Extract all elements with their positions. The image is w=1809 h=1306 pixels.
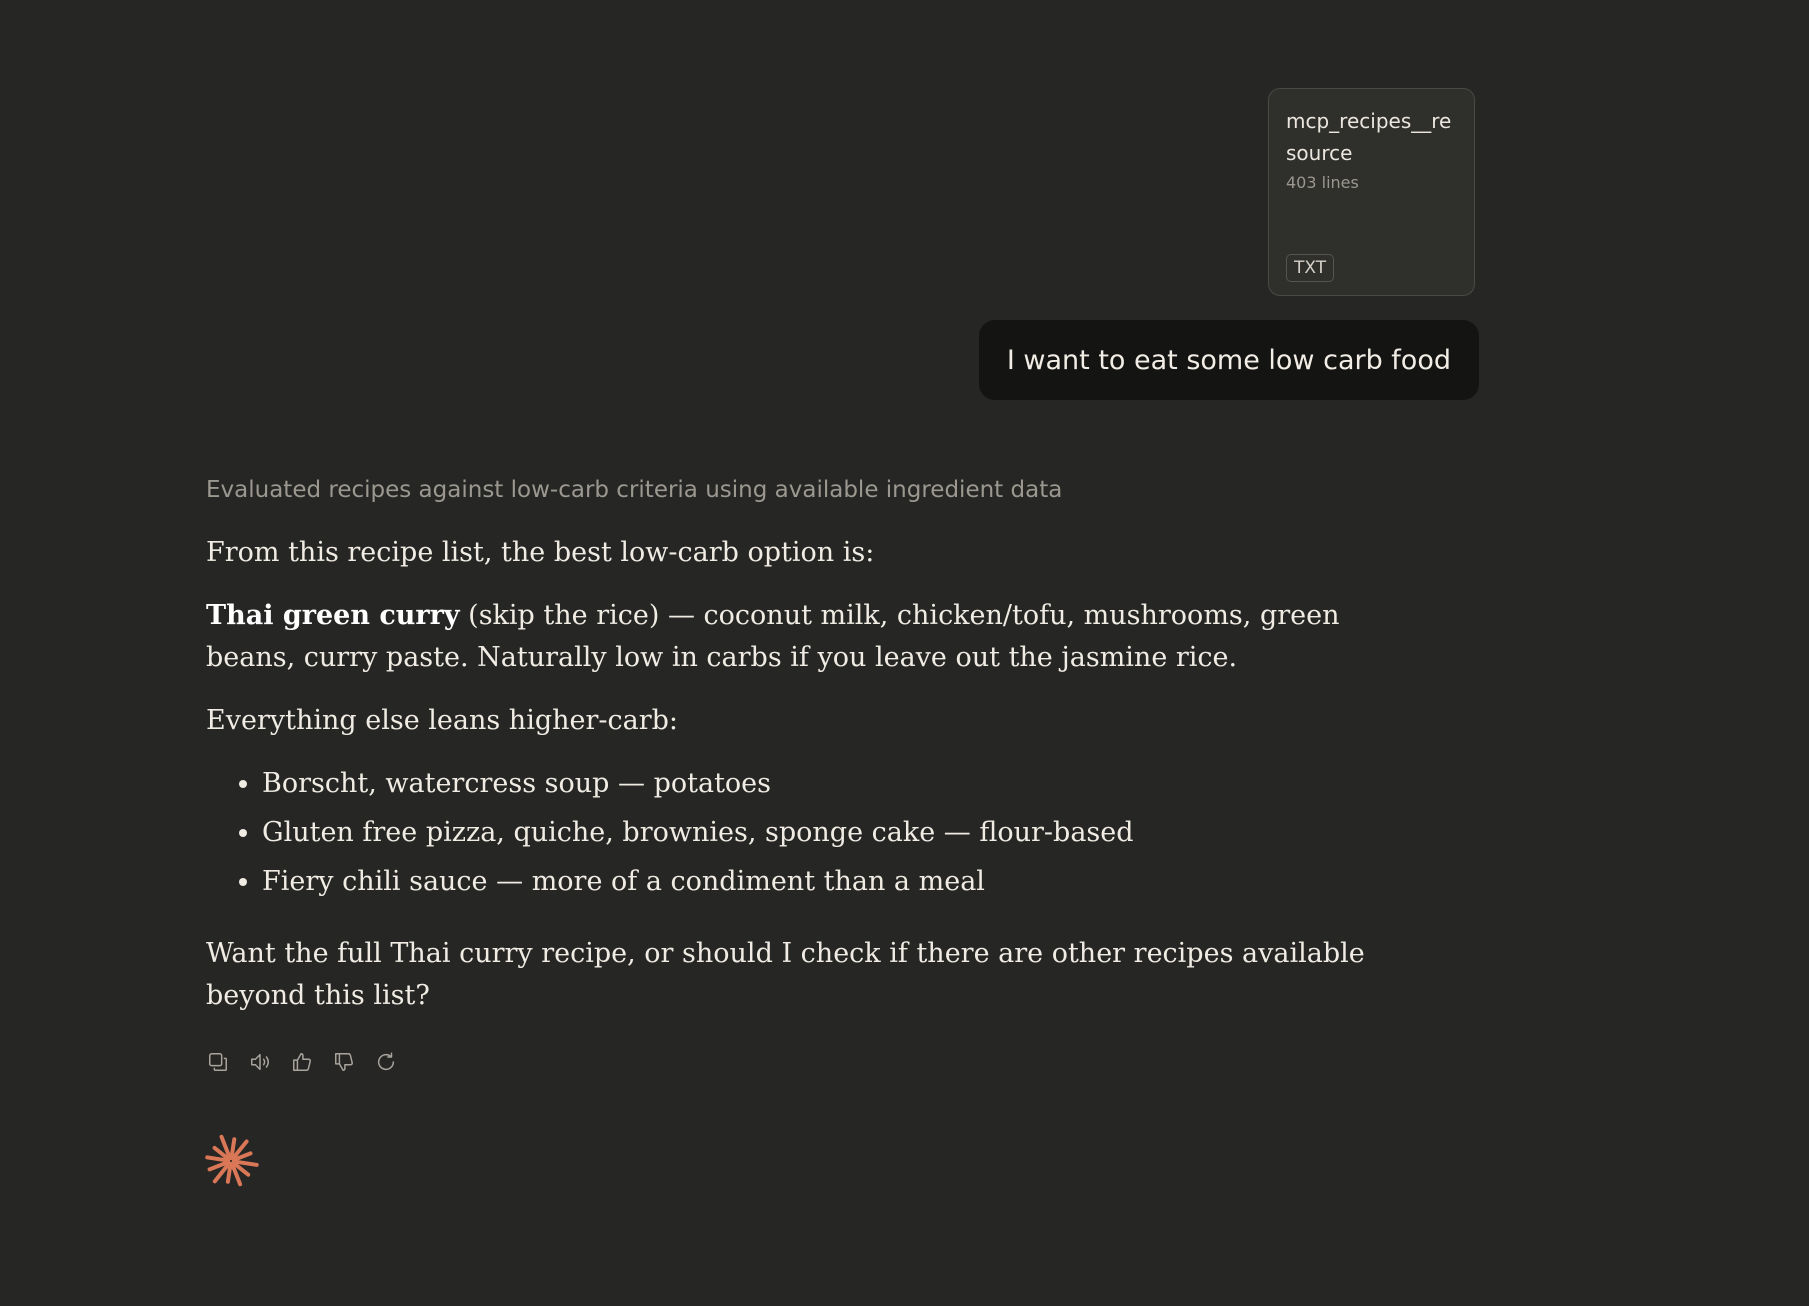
response-highlight: Thai green curry (skip the rice) — cocon…: [206, 595, 1426, 679]
response-closing: Want the full Thai curry recipe, or shou…: [206, 938, 1365, 1011]
attachment-card[interactable]: mcp_recipes__resource 403 lines TXT: [1268, 88, 1475, 296]
user-message-text: I want to eat some low carb food: [1006, 344, 1451, 376]
list-item: Gluten free pizza, quiche, brownies, spo…: [262, 812, 1426, 854]
thumbs-down-button[interactable]: [332, 1050, 356, 1074]
response-intro: From this recipe list, the best low-carb…: [206, 537, 875, 568]
thumbs-up-icon: [293, 1053, 311, 1071]
assistant-response: From this recipe list, the best low-carb…: [206, 532, 1426, 1017]
list-item: Borscht, watercress soup — potatoes: [262, 763, 1426, 805]
spark-shape: [205, 1134, 259, 1187]
highlight-title: Thai green curry: [206, 600, 460, 631]
attachment-line-count: 403 lines: [1286, 173, 1359, 192]
higher-carb-list: Borscht, watercress soup — potatoes Glut…: [206, 763, 1426, 903]
message-actions: [206, 1050, 398, 1074]
assistant-message: Evaluated recipes against low-carb crite…: [206, 468, 1426, 1038]
thumbs-down-icon: [335, 1053, 353, 1071]
claude-spark-icon: [203, 1133, 259, 1189]
attachment-type-badge: TXT: [1286, 254, 1335, 282]
thinking-summary[interactable]: Evaluated recipes against low-carb crite…: [206, 468, 1426, 512]
speaker-icon: [251, 1053, 269, 1071]
user-message-bubble: I want to eat some low carb food: [978, 320, 1479, 400]
attachment-name: mcp_recipes__resource: [1286, 109, 1452, 165]
read-aloud-button[interactable]: [248, 1050, 272, 1074]
response-else-intro: Everything else leans higher-carb:: [206, 705, 679, 736]
thumbs-up-button[interactable]: [290, 1050, 314, 1074]
copy-button[interactable]: [206, 1050, 230, 1074]
retry-button[interactable]: [374, 1050, 398, 1074]
retry-icon: [377, 1052, 395, 1071]
list-item: Fiery chili sauce — more of a condiment …: [262, 861, 1426, 903]
copy-icon: [209, 1053, 227, 1071]
